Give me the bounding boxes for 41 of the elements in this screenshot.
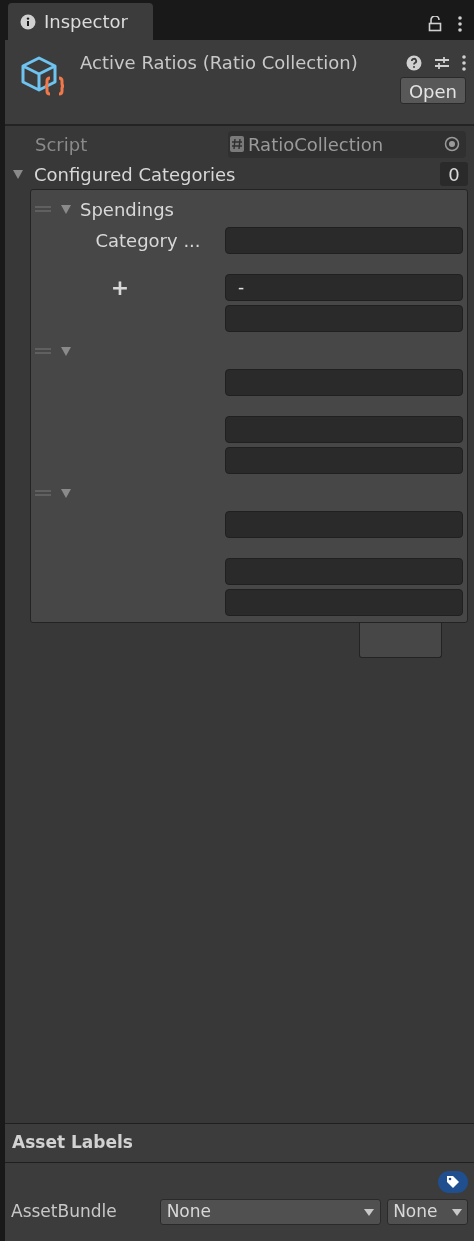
- text-field[interactable]: [225, 416, 463, 443]
- inspector-tab[interactable]: Inspector: [8, 3, 153, 40]
- text-field[interactable]: [225, 511, 463, 538]
- assetbundle-label: AssetBundle: [11, 1200, 118, 1224]
- text-field[interactable]: [225, 227, 463, 254]
- expanded-triangle-icon[interactable]: [60, 487, 72, 499]
- asset-title: Active Ratios (Ratio Collection): [80, 51, 358, 75]
- lock-icon[interactable]: [428, 16, 442, 32]
- field-label: +: [110, 274, 131, 301]
- tag-icon[interactable]: [438, 1171, 468, 1193]
- count-field[interactable]: 0: [440, 162, 468, 186]
- script-field[interactable]: RatioCollection: [228, 130, 466, 158]
- text-field[interactable]: [225, 369, 463, 396]
- drag-handle-icon[interactable]: [35, 490, 51, 496]
- drag-handle-icon[interactable]: [35, 206, 51, 212]
- object-picker-icon[interactable]: [444, 136, 460, 152]
- expanded-triangle-icon[interactable]: [60, 345, 72, 357]
- sliders-icon[interactable]: [434, 54, 450, 71]
- script-label: Script: [35, 132, 89, 157]
- text-field[interactable]: [225, 589, 463, 616]
- text-field[interactable]: -: [225, 274, 463, 301]
- assetbundle-dropdown[interactable]: None: [159, 1199, 382, 1225]
- element-label: Spendings: [80, 197, 174, 222]
- text-field[interactable]: [225, 447, 463, 474]
- text-field[interactable]: [225, 305, 463, 332]
- dropdown-arrow-icon: [452, 1208, 462, 1216]
- list-label: Configured Categories: [34, 162, 237, 187]
- expanded-triangle-icon[interactable]: [12, 168, 24, 180]
- info-icon: [20, 13, 36, 30]
- variant-dropdown[interactable]: None: [387, 1199, 468, 1225]
- dropdown-arrow-icon: [364, 1208, 375, 1216]
- more-icon[interactable]: [462, 54, 466, 71]
- more-icon[interactable]: [458, 16, 462, 32]
- field-label: Category ...: [94, 229, 201, 253]
- help-icon[interactable]: [406, 54, 422, 71]
- asset-labels-title: Asset Labels: [12, 1131, 133, 1155]
- hash-script-icon: [230, 136, 244, 152]
- drag-handle-icon[interactable]: [35, 348, 51, 354]
- open-button[interactable]: Open: [399, 77, 466, 104]
- text-field[interactable]: [225, 558, 463, 585]
- expanded-triangle-icon[interactable]: [60, 203, 72, 215]
